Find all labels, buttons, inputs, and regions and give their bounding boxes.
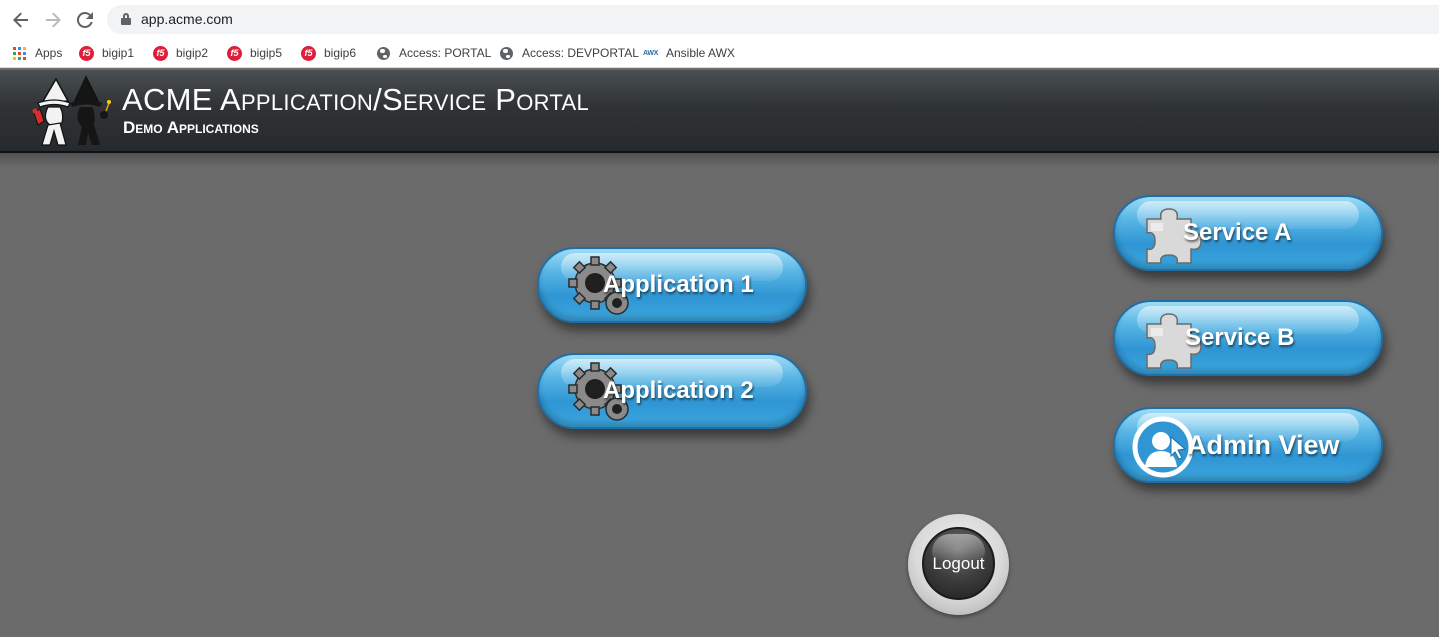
f5-logo-icon: f5 (301, 45, 316, 61)
logout-button-ring: Logout (908, 514, 1009, 615)
service-b-button[interactable]: Service B (1113, 300, 1383, 376)
service-b-label: Service B (1185, 324, 1295, 351)
page-title: ACME Application/Service Portal (122, 82, 590, 117)
bookmark-bigip1[interactable]: f5 bigip1 (79, 44, 134, 62)
lock-icon (121, 13, 131, 25)
bookmark-label: bigip2 (176, 46, 209, 60)
globe-icon (499, 46, 514, 61)
back-arrow-icon[interactable] (10, 9, 32, 31)
application-2-label: Application 2 (603, 377, 754, 404)
service-a-button[interactable]: Service A (1113, 195, 1383, 271)
user-admin-icon (1131, 415, 1195, 484)
bookmark-label: bigip5 (250, 46, 283, 60)
bookmark-label: bigip1 (102, 46, 135, 60)
awx-logo-icon: AWX (642, 49, 659, 57)
bookmark-label: bigip6 (324, 46, 357, 60)
application-1-label: Application 1 (603, 271, 754, 298)
forward-arrow-icon[interactable] (42, 9, 64, 31)
page-subtitle: Demo Applications (123, 118, 259, 137)
bookmark-bigip6[interactable]: f5 bigip6 (301, 44, 356, 62)
browser-toolbar: app.acme.com (0, 0, 1439, 38)
reload-icon[interactable] (74, 9, 96, 31)
f5-logo-icon: f5 (79, 45, 94, 61)
bookmark-apps[interactable]: Apps (12, 44, 62, 62)
spy-vs-spy-logo-icon (28, 73, 112, 149)
admin-view-button[interactable]: Admin View (1113, 407, 1383, 483)
bookmark-access-portal[interactable]: Access: PORTAL (376, 44, 491, 62)
application-2-button[interactable]: Application 2 (537, 353, 807, 429)
bookmarks-bar: Apps f5 bigip1 f5 bigip2 f5 bigip5 f5 bi… (0, 38, 1439, 68)
apps-grid-icon (12, 46, 27, 61)
bookmark-label: Access: PORTAL (399, 46, 492, 60)
portal-header: ACME Application/Service Portal Demo App… (0, 70, 1439, 153)
logout-button[interactable]: Logout (922, 527, 995, 600)
f5-logo-icon: f5 (227, 45, 242, 61)
application-1-button[interactable]: Application 1 (537, 247, 807, 323)
url-text[interactable]: app.acme.com (141, 11, 233, 27)
bookmark-label: Apps (35, 46, 63, 60)
address-bar[interactable]: app.acme.com (107, 5, 1439, 34)
bookmark-bigip2[interactable]: f5 bigip2 (153, 44, 208, 62)
f5-logo-icon: f5 (153, 45, 168, 61)
bookmark-label: Ansible AWX (666, 46, 735, 60)
bookmark-access-devportal[interactable]: Access: DEVPORTAL (499, 44, 639, 62)
globe-icon (376, 46, 391, 61)
bookmark-label: Access: DEVPORTAL (522, 46, 639, 60)
service-a-label: Service A (1183, 219, 1292, 246)
header-shadow (0, 153, 1439, 167)
logout-label: Logout (932, 553, 985, 573)
bookmark-ansible-awx[interactable]: AWX Ansible AWX (643, 44, 735, 62)
admin-view-label: Admin View (1187, 429, 1340, 460)
bookmark-bigip5[interactable]: f5 bigip5 (227, 44, 282, 62)
